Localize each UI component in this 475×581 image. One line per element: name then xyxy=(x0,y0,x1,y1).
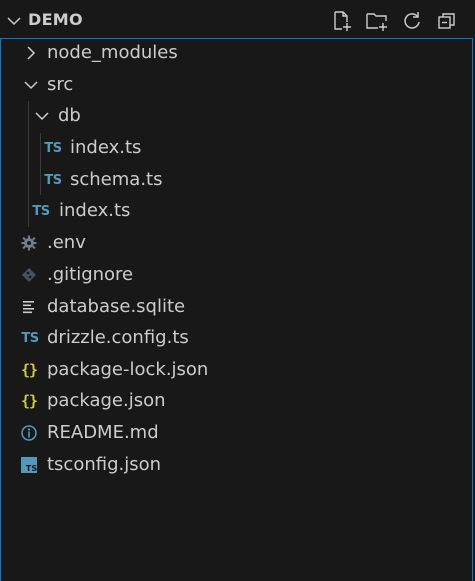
chevron-down-icon[interactable] xyxy=(21,76,41,94)
tree-item-label: package-lock.json xyxy=(47,359,209,380)
tree-item-src-index[interactable]: TS index.ts xyxy=(0,195,473,227)
tree-item-label: src xyxy=(47,74,74,95)
tree-item-label: index.ts xyxy=(59,200,131,221)
tree-item-db-schema[interactable]: TS schema.ts xyxy=(0,164,473,196)
tree-item-label: db xyxy=(58,105,81,126)
new-folder-icon xyxy=(365,13,387,31)
explorer-panel: DEMO node_modules src db TS index.ts TS … xyxy=(0,0,475,581)
tree-item-label: index.ts xyxy=(70,137,142,158)
tree-item-label: drizzle.config.ts xyxy=(47,327,189,348)
tree-item-gitignore[interactable]: .gitignore xyxy=(0,259,473,291)
chevron-down-icon[interactable] xyxy=(32,107,52,125)
tree-item-drizzle-config[interactable]: TS drizzle.config.ts xyxy=(0,322,473,354)
tree-item-label: schema.ts xyxy=(70,169,163,190)
tree-item-label: database.sqlite xyxy=(47,296,186,317)
svg-text:TS: TS xyxy=(26,464,37,473)
tree-item-env[interactable]: .env xyxy=(0,227,473,259)
tree-item-node-modules[interactable]: node_modules xyxy=(0,37,473,69)
typescript-icon: TS xyxy=(32,203,50,219)
typescript-icon: TS xyxy=(44,172,62,188)
new-folder-button[interactable] xyxy=(359,9,394,33)
workspace-title[interactable]: DEMO xyxy=(28,10,83,29)
gear-icon xyxy=(21,235,37,251)
tree-item-label: tsconfig.json xyxy=(47,454,162,475)
text-file-icon xyxy=(23,301,34,314)
refresh-icon xyxy=(403,12,420,29)
chevron-down-icon[interactable] xyxy=(6,13,22,29)
new-file-icon xyxy=(333,11,351,31)
tree-item-label: README.md xyxy=(47,422,159,443)
tree-item-tsconfig[interactable]: TS tsconfig.json xyxy=(0,449,473,481)
tree-item-label: .env xyxy=(47,232,86,253)
tree-item-src[interactable]: src xyxy=(0,69,473,101)
tree-item-label: node_modules xyxy=(47,42,178,63)
collapse-all-button[interactable] xyxy=(429,9,464,33)
info-icon xyxy=(21,425,37,441)
typescript-icon: TS xyxy=(44,140,62,156)
tsconfig-icon: TS xyxy=(21,457,37,473)
header-actions xyxy=(324,9,464,33)
tree-item-package-lock[interactable]: {} package-lock.json xyxy=(0,354,473,386)
json-icon: {} xyxy=(20,392,38,410)
refresh-button[interactable] xyxy=(394,9,429,33)
tree-item-db[interactable]: db xyxy=(0,100,473,132)
tree-item-package[interactable]: {} package.json xyxy=(0,385,473,417)
tree-item-db-index[interactable]: TS index.ts xyxy=(0,132,473,164)
tree-item-readme[interactable]: README.md xyxy=(0,417,473,449)
explorer-header[interactable]: DEMO xyxy=(0,0,475,38)
tree-item-label: package.json xyxy=(47,390,166,411)
collapse-all-icon xyxy=(437,13,455,29)
new-file-button[interactable] xyxy=(324,9,359,33)
tree-item-label: .gitignore xyxy=(47,264,134,285)
typescript-icon: TS xyxy=(21,330,39,346)
chevron-right-icon[interactable] xyxy=(21,44,41,62)
tree-item-database[interactable]: database.sqlite xyxy=(0,291,473,323)
json-icon: {} xyxy=(20,361,38,379)
git-icon xyxy=(22,268,36,282)
